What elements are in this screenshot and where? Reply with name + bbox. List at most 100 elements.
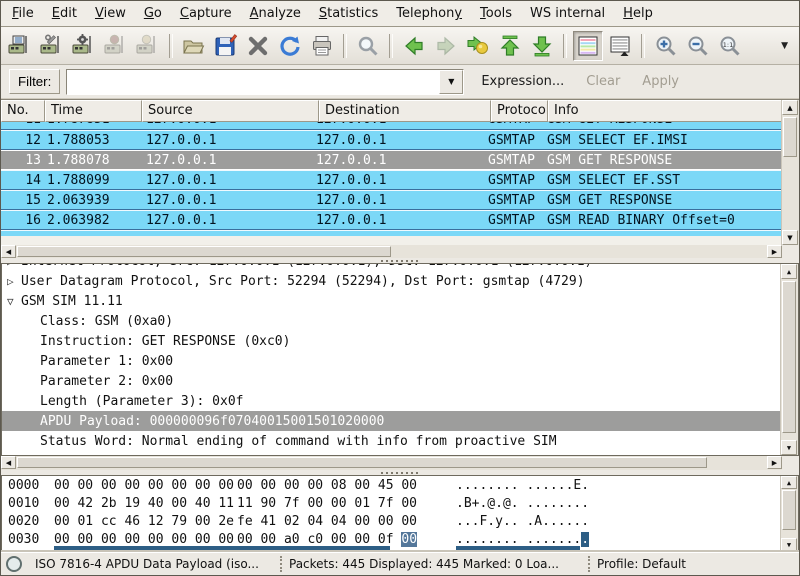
toolbar-overflow-button[interactable]: ▼: [773, 41, 796, 51]
menu-go[interactable]: Go: [135, 3, 171, 24]
detail-row-apdu-payload-selected[interactable]: APDU Payload: 000000096f0704001500150102…: [2, 411, 798, 431]
go-bottom-icon: [530, 34, 554, 58]
detail-row-ip[interactable]: ▷Internet Protocol, Src: 127.0.0.1 (127.…: [2, 264, 798, 271]
detail-row-class[interactable]: Class: GSM (0xa0): [2, 311, 798, 331]
packet-list-vscrollbar[interactable]: ▲ ▼: [781, 100, 799, 245]
go-top-icon: [498, 34, 522, 58]
scroll-thumb[interactable]: [782, 490, 796, 530]
menu-capture[interactable]: Capture: [171, 3, 241, 24]
menu-tools[interactable]: Tools: [471, 3, 521, 24]
menu-ws-internal[interactable]: WS internal: [521, 3, 614, 24]
go-forward-button[interactable]: [431, 31, 461, 61]
expander-expanded-icon[interactable]: ▽: [7, 295, 21, 308]
go-to-packet-button[interactable]: [463, 31, 493, 61]
scroll-right-button[interactable]: ▶: [767, 456, 782, 469]
hex-row-0000[interactable]: 000000 00 00 00 00 00 00 0000 00 00 00 0…: [2, 478, 798, 496]
menu-edit[interactable]: Edit: [43, 3, 86, 24]
column-header-no[interactable]: No.: [1, 100, 45, 122]
scroll-up-button[interactable]: ▲: [782, 100, 798, 115]
column-header-protocol[interactable]: Protocol: [491, 100, 548, 122]
scroll-down-button[interactable]: ▼: [781, 440, 797, 455]
magnifier-icon: [356, 34, 380, 58]
stop-capture-button[interactable]: [101, 31, 131, 61]
scroll-thumb[interactable]: [783, 117, 797, 157]
menu-analyze[interactable]: Analyze: [241, 3, 310, 24]
packet-list-header: No. Time Source Destination Protocol Inf…: [1, 100, 782, 122]
expert-info-icon[interactable]: [6, 556, 22, 572]
clear-button[interactable]: Clear: [581, 71, 625, 92]
column-header-source[interactable]: Source: [142, 100, 319, 122]
go-to-top-button[interactable]: [495, 31, 525, 61]
bytes-vscrollbar[interactable]: ▲ ▼: [780, 476, 798, 551]
menu-file[interactable]: File: [3, 3, 43, 24]
print-button[interactable]: [307, 31, 337, 61]
zoom-out-button[interactable]: [683, 31, 713, 61]
filter-combo: ▼: [66, 69, 464, 95]
filter-input[interactable]: [67, 70, 439, 94]
detail-row-gsm-sim[interactable]: ▽GSM SIM 11.11: [2, 291, 798, 311]
capture-options-button[interactable]: [37, 31, 67, 61]
hex-row-0010[interactable]: 001000 42 2b 19 40 00 40 1111 90 7f 00 0…: [2, 496, 798, 514]
packet-row-13-selected[interactable]: 131.788078127.0.0.1127.0.0.1GSMTAPGSM GE…: [1, 150, 782, 170]
expression-button[interactable]: Expression...: [476, 71, 569, 92]
apply-button[interactable]: Apply: [637, 71, 684, 92]
column-header-time[interactable]: Time: [45, 100, 142, 122]
menu-telephony[interactable]: Telephony: [387, 3, 471, 24]
start-capture-button[interactable]: [69, 31, 99, 61]
scroll-up-button[interactable]: ▲: [781, 264, 797, 279]
scroll-left-button[interactable]: ◀: [1, 456, 16, 469]
hex-ascii-0040-highlight-clipped: [456, 546, 580, 550]
column-header-destination[interactable]: Destination: [319, 100, 491, 122]
zoom-100-button[interactable]: 1:1: [715, 31, 745, 61]
list-interfaces-button[interactable]: [5, 31, 35, 61]
menu-view[interactable]: View: [86, 3, 135, 24]
detail-row-instruction[interactable]: Instruction: GET RESPONSE (0xc0): [2, 331, 798, 351]
menu-help[interactable]: Help: [614, 3, 662, 24]
filter-button[interactable]: Filter:: [9, 69, 60, 94]
restart-capture-button[interactable]: [133, 31, 163, 61]
open-file-button[interactable]: [179, 31, 209, 61]
chevron-down-icon: ▼: [781, 41, 788, 51]
save-file-button[interactable]: [211, 31, 241, 61]
packet-list-hscrollbar[interactable]: ◀ ▶: [1, 245, 782, 259]
packet-row-17-clipped[interactable]: [1, 230, 782, 236]
toolbar-separator: [343, 34, 347, 58]
detail-row-status-word[interactable]: Status Word: Normal ending of command wi…: [2, 431, 798, 451]
scroll-up-button[interactable]: ▲: [781, 476, 797, 489]
find-packet-button[interactable]: [353, 31, 383, 61]
scroll-thumb[interactable]: [17, 457, 707, 468]
detail-row-length[interactable]: Length (Parameter 3): 0x0f: [2, 391, 798, 411]
scroll-down-button[interactable]: ▼: [781, 538, 797, 551]
go-to-bottom-button[interactable]: [527, 31, 557, 61]
reload-button[interactable]: [275, 31, 305, 61]
go-back-button[interactable]: [399, 31, 429, 61]
zoom-in-button[interactable]: [651, 31, 681, 61]
scroll-left-button[interactable]: ◀: [1, 245, 16, 258]
scroll-right-button[interactable]: ▶: [767, 245, 782, 258]
auto-scroll-button[interactable]: [605, 31, 635, 61]
scroll-thumb[interactable]: [782, 281, 796, 433]
packet-row-15[interactable]: 152.063939127.0.0.1127.0.0.1GSMTAPGSM GE…: [1, 190, 782, 210]
expander-collapsed-icon[interactable]: ▷: [7, 275, 21, 288]
packet-row-12[interactable]: 121.788053127.0.0.1127.0.0.1GSMTAPGSM SE…: [1, 130, 782, 150]
packet-row-16[interactable]: 162.063982127.0.0.1127.0.0.1GSMTAPGSM RE…: [1, 210, 782, 230]
toolbar-separator: [641, 34, 645, 58]
detail-row-parameter1[interactable]: Parameter 1: 0x00: [2, 351, 798, 371]
detail-row-udp[interactable]: ▷User Datagram Protocol, Src Port: 52294…: [2, 271, 798, 291]
status-profile[interactable]: Profile: Default: [590, 557, 693, 571]
column-header-info[interactable]: Info: [548, 100, 782, 122]
scroll-down-button[interactable]: ▼: [782, 230, 798, 245]
capture-options-icon: [40, 34, 64, 58]
filter-dropdown-button[interactable]: ▼: [439, 70, 463, 94]
expander-collapsed-icon[interactable]: ▷: [7, 264, 21, 268]
packet-row-14[interactable]: 141.788099127.0.0.1127.0.0.1GSMTAPGSM SE…: [1, 170, 782, 190]
detail-row-parameter2[interactable]: Parameter 2: 0x00: [2, 371, 798, 391]
scroll-thumb[interactable]: [17, 246, 391, 257]
details-hscrollbar[interactable]: ◀ ▶: [1, 456, 782, 470]
packet-row-11[interactable]: 111.787851127.0.0.1127.0.0.1GSMTAPGSM GE…: [1, 122, 782, 130]
colorize-button[interactable]: [573, 31, 603, 61]
menu-statistics[interactable]: Statistics: [310, 3, 387, 24]
hex-row-0020[interactable]: 002000 01 cc 46 12 79 00 2efe 41 02 04 0…: [2, 514, 798, 532]
close-file-button[interactable]: [243, 31, 273, 61]
details-vscrollbar[interactable]: ▲ ▼: [780, 264, 798, 455]
